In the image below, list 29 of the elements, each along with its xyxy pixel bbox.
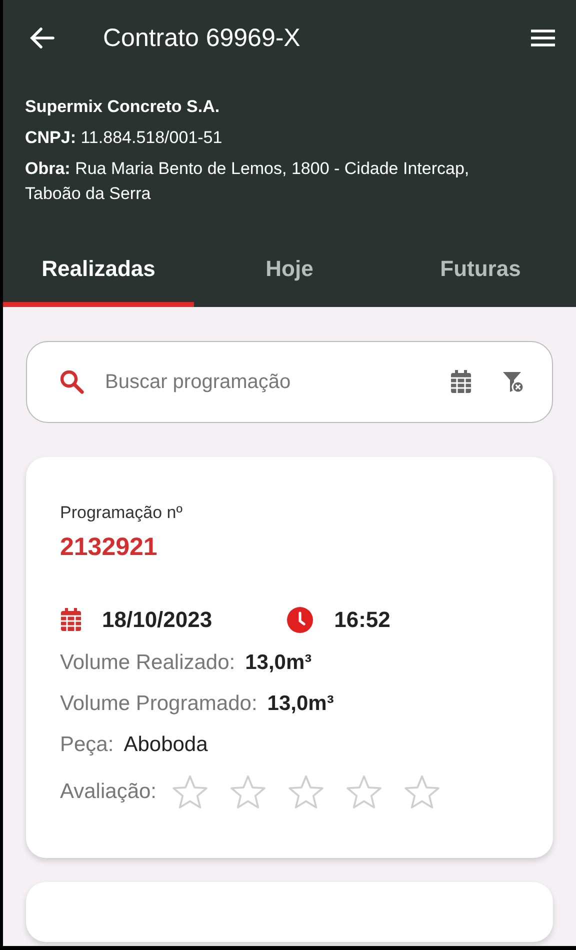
field-value: 13,0m³ [267, 692, 334, 716]
calendar-icon [60, 608, 82, 632]
star-icon[interactable] [228, 774, 267, 810]
star-icon[interactable] [402, 774, 441, 810]
clock-icon [286, 606, 314, 634]
field-value: Aboboda [124, 733, 208, 757]
screen-title: Contrato 69969-X [103, 24, 302, 52]
field-label: Volume Programado: [60, 692, 258, 716]
field-label: Volume Realizado: [60, 651, 236, 675]
field-label: Peça: [60, 733, 114, 757]
cnpj-text: CNPJ: 11.884.518/001-51 [25, 127, 224, 149]
menu-button[interactable] [530, 28, 556, 48]
schedule-date: 18/10/2023 [102, 607, 212, 633]
schedule-time: 16:52 [334, 607, 390, 633]
company-name: Supermix Concreto S.A. [25, 96, 221, 118]
tab[interactable]: Futuras [385, 244, 576, 307]
schedule-card[interactable]: Programação nº 2132921 18/10/2023 16:52 Volume Realizado: 13,0m³ Volume Programado: 13,0m³ Peça: Aboboda Avaliação: [26, 457, 553, 858]
schedule-number: 2132921 [60, 533, 158, 562]
field-value: 13,0m³ [245, 651, 312, 675]
star-icon[interactable] [170, 774, 209, 810]
rating-label: Avaliação: [60, 780, 157, 804]
search-icon [59, 369, 85, 395]
back-button[interactable] [29, 27, 55, 49]
site-address: Obra: Rua Maria Bento de Lemos, 1800 - Cidade Intercap, Taboão da Serra [25, 158, 470, 205]
tab[interactable]: Hoje [194, 244, 385, 307]
tab[interactable]: Realizadas [3, 244, 194, 307]
star-icon[interactable] [344, 774, 383, 810]
schedule-number-label: Programação nº [60, 503, 182, 523]
star-icon[interactable] [286, 774, 325, 810]
